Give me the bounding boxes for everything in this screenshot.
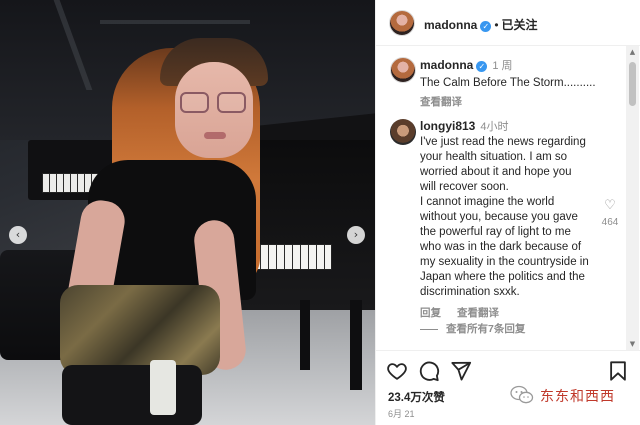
photo-glasses xyxy=(180,92,246,114)
avatar[interactable] xyxy=(390,119,416,145)
caption-username[interactable]: madonna xyxy=(420,58,473,72)
verified-badge-icon: ✓ xyxy=(480,21,492,32)
heart-icon[interactable] xyxy=(386,360,408,382)
comment-paragraph-1: I've just read the news regarding your h… xyxy=(420,136,586,193)
paper-plane-icon[interactable] xyxy=(450,360,472,382)
wechat-logo-icon xyxy=(510,385,534,404)
avatar[interactable] xyxy=(390,57,416,83)
comment-paragraph-2: I cannot imagine the world without you, … xyxy=(420,196,589,298)
photo-bottle xyxy=(150,360,176,415)
watermark-text: 东东和西西 xyxy=(540,389,615,405)
view-replies-label: 查看所有7条回复 xyxy=(446,323,526,335)
comment-time: 4小时 xyxy=(480,121,509,133)
comment-translate-link[interactable]: 查看翻译 xyxy=(457,307,499,319)
scroll-up-arrow-icon[interactable]: ▲ xyxy=(626,46,639,58)
comment-like-count: 464 xyxy=(601,217,619,228)
photo-piano-leg xyxy=(350,300,362,390)
header-username[interactable]: madonna xyxy=(424,18,477,32)
caption-text: The Calm Before The Storm.......... xyxy=(420,77,596,89)
photo-lips xyxy=(204,132,226,139)
caption-time: 1 周 xyxy=(492,60,513,72)
verified-badge-icon: ✓ xyxy=(476,61,488,72)
follow-status-button[interactable]: 已关注 xyxy=(502,18,538,32)
post-sidebar: madonna ✓ • 已关注 madonna ✓ 1 周 The Calm Before… xyxy=(375,0,640,425)
avatar[interactable] xyxy=(389,10,415,36)
caption-body: madonna ✓ 1 周 The Calm Before The Storm...… xyxy=(420,58,620,110)
post-date: 6月 21 xyxy=(388,409,415,419)
comment-like: ♡ 464 xyxy=(598,199,622,229)
bookmark-icon[interactable] xyxy=(607,360,629,382)
header-separator: • xyxy=(494,18,499,32)
small-heart-icon[interactable]: ♡ xyxy=(598,199,622,213)
comment-body: longyi813 4小时 I've just read the news reg… xyxy=(420,119,590,321)
caption-translate-link[interactable]: 查看翻译 xyxy=(420,96,462,108)
view-replies-button[interactable]: 查看所有7条回复 xyxy=(420,321,525,336)
chevron-left-icon[interactable]: ‹ xyxy=(9,226,27,244)
post-header-user: madonna ✓ • 已关注 xyxy=(424,16,538,34)
photo-camo-shorts xyxy=(60,285,220,375)
comment-reply-link[interactable]: 回复 xyxy=(420,307,441,319)
comment-username[interactable]: longyi813 xyxy=(420,119,475,133)
post-header: madonna ✓ • 已关注 xyxy=(376,0,640,46)
scroll-down-arrow-icon[interactable]: ▼ xyxy=(626,338,639,350)
likes-count[interactable]: 23.4万次赞 xyxy=(388,389,445,405)
scrollbar-thumb[interactable] xyxy=(629,62,636,106)
comments-scrollbar[interactable]: ▲ ▼ xyxy=(626,46,639,350)
watermark: 东东和西西 xyxy=(510,383,640,407)
replies-divider xyxy=(420,328,438,330)
comment-bubble-icon[interactable] xyxy=(418,360,440,382)
post-photo[interactable]: ‹ › xyxy=(0,0,375,425)
photo-piano-leg xyxy=(300,300,310,370)
photo-stage-beam xyxy=(100,20,250,24)
photo-legs xyxy=(62,365,202,425)
chevron-right-icon[interactable]: › xyxy=(347,226,365,244)
comments-list[interactable]: madonna ✓ 1 周 The Calm Before The Storm...… xyxy=(376,47,624,350)
